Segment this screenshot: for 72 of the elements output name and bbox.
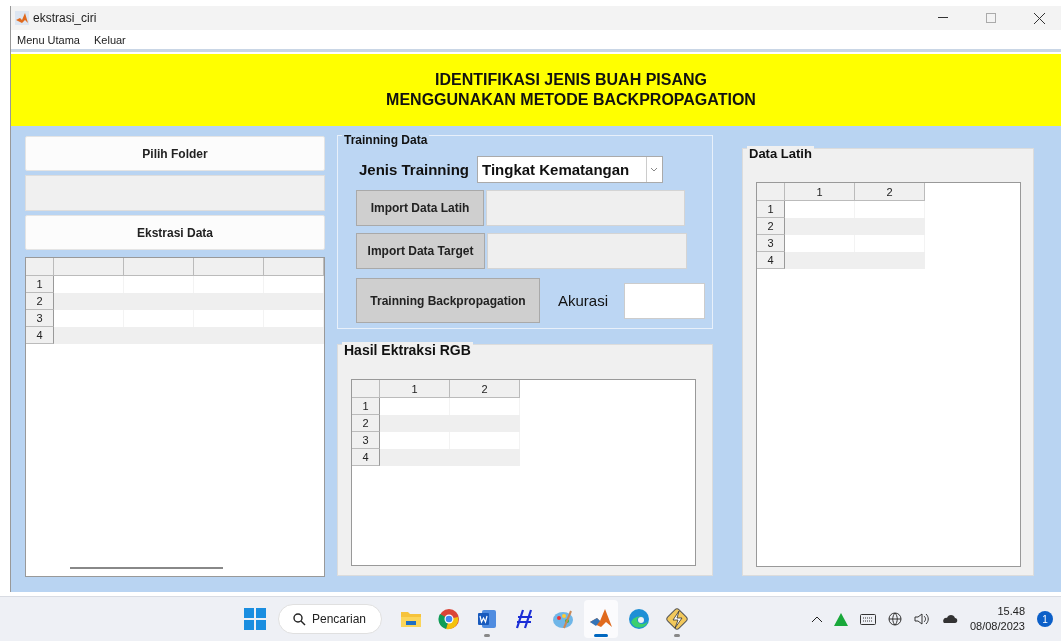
table-cell [264, 293, 324, 310]
menu-item[interactable]: Keluar [94, 33, 126, 46]
search-icon [293, 612, 306, 626]
row-header: 2 [757, 218, 785, 235]
row-header: 1 [26, 276, 54, 293]
row-header: 2 [26, 293, 54, 310]
extract-button[interactable]: Ekstrasi Data [25, 215, 325, 250]
field-label: Jenis Trainning [359, 161, 470, 178]
row-header: 3 [352, 432, 380, 449]
maximize-icon [986, 13, 996, 23]
row-header: 1 [352, 398, 380, 415]
header-title: IDENTIFIKASI JENIS BUAH PISANG [435, 70, 707, 90]
minimize-icon [938, 17, 948, 19]
column-header: 1 [785, 183, 855, 201]
column-header [194, 258, 264, 276]
search-field[interactable]: Pencarian [278, 604, 382, 634]
palette-icon [552, 608, 574, 630]
document-icon [476, 608, 498, 630]
row-header: 1 [757, 201, 785, 218]
column-header: 2 [855, 183, 925, 201]
table-corner [352, 380, 380, 398]
column-header: 1 [380, 380, 450, 398]
chevron-up-icon[interactable] [811, 616, 822, 622]
import-target-button[interactable]: Import Data Target [356, 233, 485, 269]
row-header: 4 [757, 252, 785, 269]
scrollbar-thumb[interactable] [70, 567, 223, 569]
panel-title: Trainning Data [342, 133, 430, 147]
close-icon [1033, 12, 1045, 24]
notification-badge[interactable]: 1 [1037, 611, 1053, 627]
accuracy-label: Akurasi [558, 292, 609, 309]
column-header: 2 [450, 380, 520, 398]
type-dropdown[interactable]: Tingkat Kematangan [477, 156, 664, 183]
row-header: 3 [757, 235, 785, 252]
row-header: 3 [26, 310, 54, 327]
table-cell [380, 415, 450, 432]
globe-icon[interactable] [887, 612, 902, 626]
window-title: ekstrasi_ciri [33, 11, 98, 25]
row-header: 4 [352, 449, 380, 466]
table-corner [757, 183, 785, 201]
folder-icon [400, 610, 422, 628]
triangle-icon[interactable] [833, 612, 848, 626]
matlab-icon [589, 608, 613, 630]
column-header [54, 258, 124, 276]
table-cell [54, 293, 124, 310]
running-indicator [594, 634, 608, 637]
table-cell [264, 327, 324, 344]
speaker-icon[interactable] [913, 613, 930, 625]
clock[interactable]: 15.48 08/08/2023 [969, 604, 1025, 634]
panel-title: Hasil Ektraksi RGB [342, 342, 473, 358]
edge-icon [628, 608, 650, 630]
column-header [264, 258, 324, 276]
column-header [124, 258, 194, 276]
keyboard-icon[interactable] [859, 613, 876, 625]
menu-item[interactable]: Menu Utama [17, 33, 80, 46]
table-corner [26, 258, 54, 276]
running-indicator [674, 634, 680, 637]
row-header: 2 [352, 415, 380, 432]
header-title: MENGGUNAKAN METODE BACKPROPAGATION [386, 90, 756, 110]
panel-title: Data Latih [747, 146, 814, 161]
table-cell [54, 327, 124, 344]
table-cell [785, 252, 855, 269]
taskbar-app[interactable] [584, 600, 618, 638]
app-icon [15, 11, 29, 25]
import-train-button[interactable]: Import Data Latih [356, 190, 484, 226]
row-header: 4 [26, 327, 54, 344]
pick-folder-button[interactable]: Pilih Folder [25, 136, 325, 171]
browser-icon [438, 608, 460, 630]
train-button[interactable]: Trainning Backpropagation [356, 278, 540, 323]
table-cell [785, 218, 855, 235]
table-cell [380, 449, 450, 466]
running-indicator [484, 634, 490, 637]
windows-icon[interactable] [244, 608, 266, 630]
